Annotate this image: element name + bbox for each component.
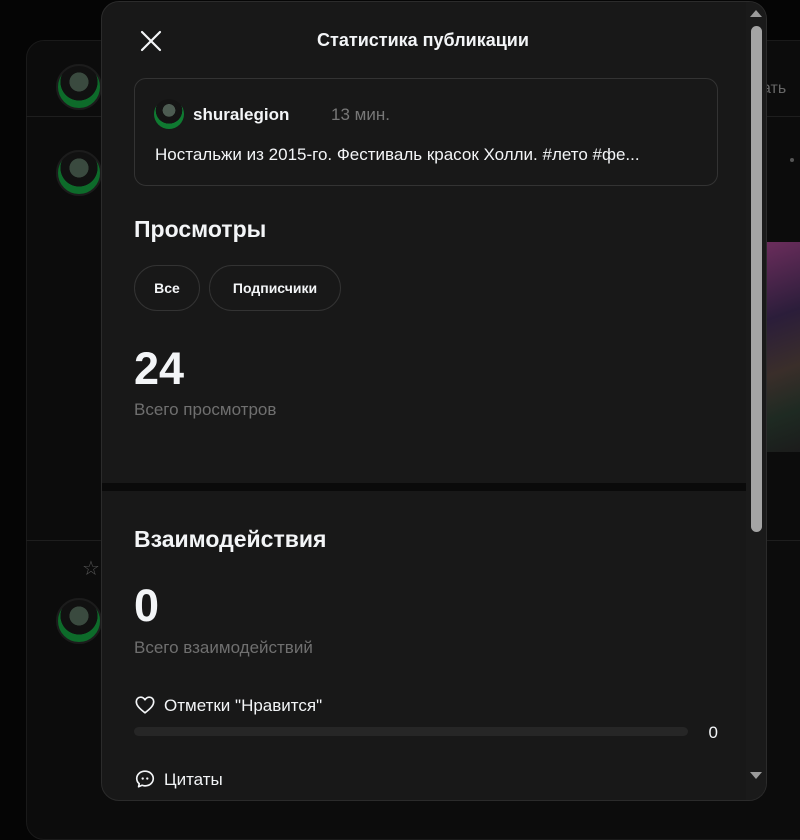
quotes-metric-label: Цитаты — [164, 770, 223, 789]
heart-icon — [135, 696, 155, 714]
total-interactions-label: Всего взаимодействий — [134, 638, 313, 657]
quote-icon — [135, 770, 155, 788]
likes-metric-value: 0 — [708, 723, 718, 742]
avatar[interactable] — [154, 99, 184, 129]
total-views-label: Всего просмотров — [134, 400, 277, 419]
scroll-up-arrow[interactable] — [750, 10, 762, 17]
filter-all-button[interactable]: Все — [134, 265, 200, 311]
avatar[interactable] — [56, 150, 102, 196]
section-divider — [102, 483, 748, 491]
dialog-header: Статистика публикации — [102, 2, 766, 80]
dialog-title: Статистика публикации — [317, 30, 529, 50]
scrollbar[interactable] — [746, 2, 766, 800]
likes-metric-row: Отметки "Нравится" 0 — [134, 692, 718, 742]
filter-followers-button[interactable]: Подписчики — [209, 265, 341, 311]
post-photo[interactable] — [766, 242, 800, 452]
scroll-down-arrow[interactable] — [750, 772, 762, 779]
avatar[interactable] — [56, 64, 102, 110]
post-preview-card[interactable]: shuralegion 13 мин. Ностальжи из 2015-го… — [134, 78, 718, 186]
likes-metric-label: Отметки "Нравится" — [164, 696, 323, 715]
likes-progress-bar — [134, 727, 688, 736]
views-section-title: Просмотры — [134, 216, 267, 242]
avatar[interactable] — [56, 598, 102, 644]
post-insights-dialog: Статистика публикации shuralegion 13 мин… — [101, 1, 767, 801]
star-icon[interactable]: ☆ — [82, 556, 100, 581]
post-username[interactable]: shuralegion — [193, 105, 289, 125]
total-interactions-count: 0 — [134, 580, 160, 631]
interactions-section-title: Взаимодействия — [134, 526, 327, 552]
more-dot[interactable] — [790, 158, 794, 162]
post-text: Ностальжи из 2015-го. Фестиваль красок Х… — [155, 145, 640, 164]
quotes-metric-row: Цитаты — [134, 766, 718, 796]
post-timestamp: 13 мин. — [331, 105, 390, 124]
scrollbar-thumb[interactable] — [751, 26, 762, 532]
total-views-count: 24 — [134, 343, 185, 394]
